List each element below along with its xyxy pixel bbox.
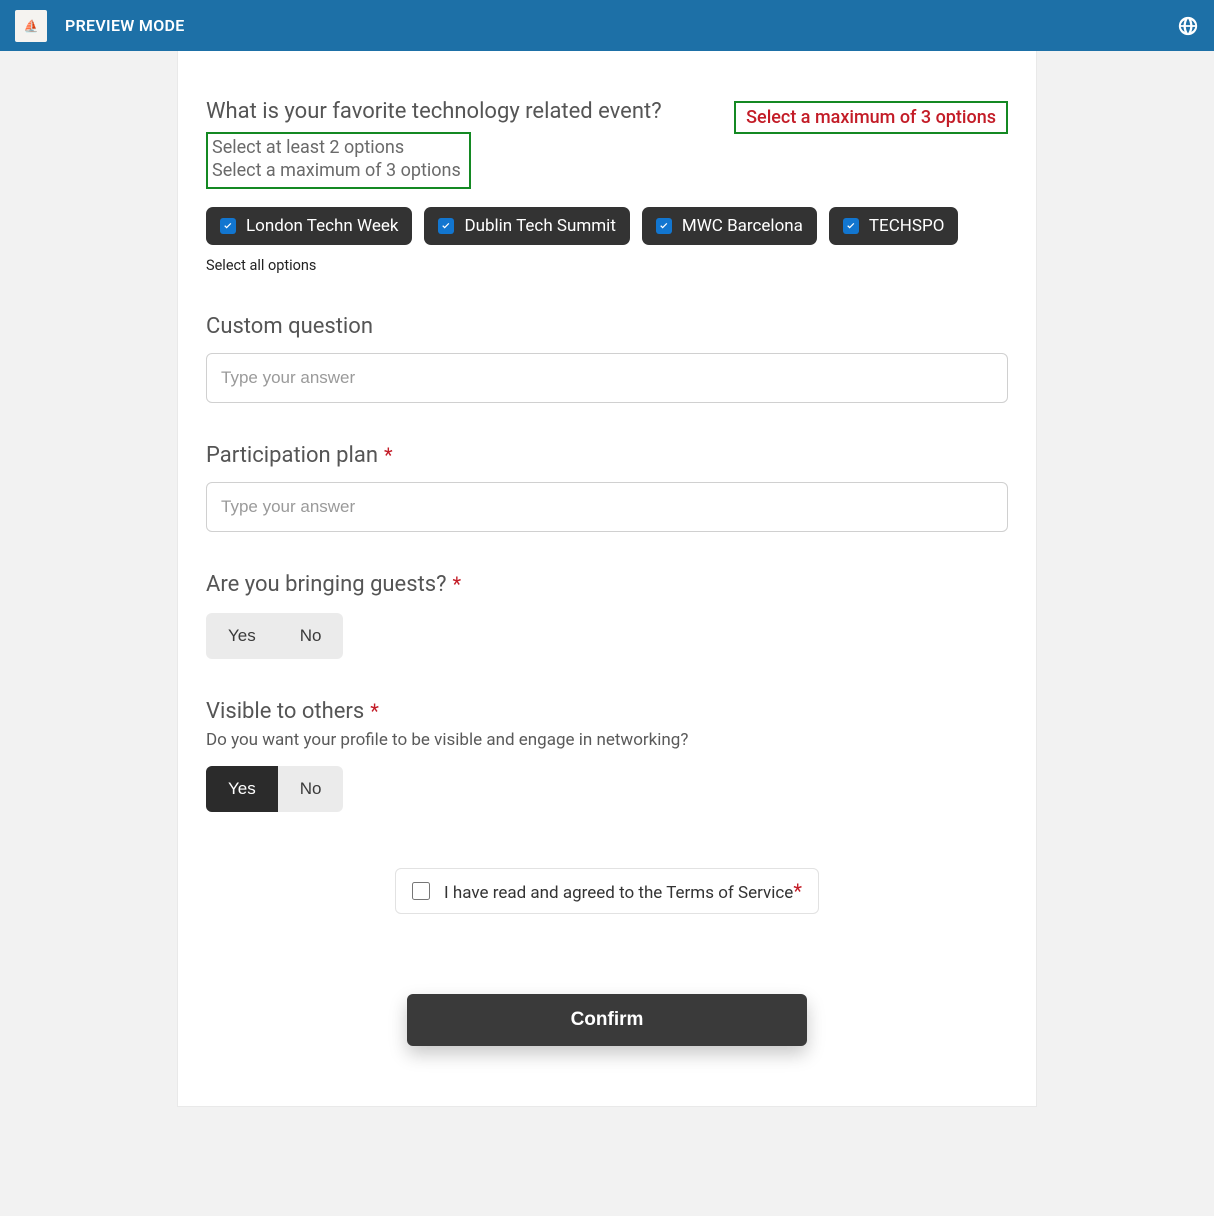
confirm-button[interactable]: Confirm <box>407 994 807 1046</box>
checkbox-icon <box>656 218 672 234</box>
custom-question-section: Custom question <box>206 314 1008 403</box>
option-london[interactable]: London Techn Week <box>206 207 412 245</box>
visible-yes-button[interactable]: Yes <box>206 766 278 812</box>
participation-input[interactable] <box>206 482 1008 532</box>
checkbox-icon <box>220 218 236 234</box>
option-techspo[interactable]: TECHSPO <box>829 207 959 245</box>
question1-hints: Select at least 2 options Select a maxim… <box>206 132 471 189</box>
visible-section: Visible to others * Do you want your pro… <box>206 699 1008 812</box>
required-asterisk: * <box>793 879 802 903</box>
main-container: What is your favorite technology related… <box>0 51 1214 1147</box>
confirm-wrap: Confirm <box>206 994 1008 1046</box>
question1-hint-min: Select at least 2 options <box>212 136 461 159</box>
visible-label: Visible to others <box>206 699 364 724</box>
guests-label: Are you bringing guests? <box>206 572 447 597</box>
participation-label: Participation plan <box>206 443 378 468</box>
visible-no-button[interactable]: No <box>278 766 344 812</box>
required-asterisk: * <box>453 572 462 596</box>
custom-question-input[interactable] <box>206 353 1008 403</box>
header-bar: ⛵ PREVIEW MODE <box>0 0 1214 51</box>
question1-left: What is your favorite technology related… <box>206 99 662 201</box>
checkbox-icon <box>843 218 859 234</box>
checkbox-icon <box>438 218 454 234</box>
required-asterisk: * <box>384 443 393 467</box>
guests-label-row: Are you bringing guests? * <box>206 572 1008 597</box>
option-label: Dublin Tech Summit <box>464 216 615 236</box>
terms-wrap: I have read and agreed to the Terms of S… <box>206 868 1008 914</box>
question1-options: London Techn Week Dublin Tech Summit MWC… <box>206 207 1008 245</box>
visible-label-row: Visible to others * <box>206 699 1008 724</box>
option-label: MWC Barcelona <box>682 216 803 236</box>
globe-icon[interactable] <box>1177 15 1199 37</box>
header-left: ⛵ PREVIEW MODE <box>15 10 185 42</box>
terms-box[interactable]: I have read and agreed to the Terms of S… <box>395 868 819 914</box>
option-label: TECHSPO <box>869 216 945 236</box>
custom-question-label: Custom question <box>206 314 1008 339</box>
question1-header: What is your favorite technology related… <box>206 99 1008 201</box>
terms-checkbox[interactable] <box>412 882 430 900</box>
guests-yes-button[interactable]: Yes <box>206 613 278 659</box>
required-asterisk: * <box>370 699 379 723</box>
question1-error: Select a maximum of 3 options <box>734 101 1008 134</box>
guests-section: Are you bringing guests? * Yes No <box>206 572 1008 659</box>
option-dublin[interactable]: Dublin Tech Summit <box>424 207 629 245</box>
participation-label-row: Participation plan * <box>206 443 1008 468</box>
form-card: What is your favorite technology related… <box>177 51 1037 1107</box>
visible-subtext: Do you want your profile to be visible a… <box>206 730 1008 750</box>
header-title: PREVIEW MODE <box>65 16 185 35</box>
participation-section: Participation plan * <box>206 443 1008 532</box>
guests-toggle: Yes No <box>206 613 343 659</box>
option-label: London Techn Week <box>246 216 398 236</box>
option-mwc[interactable]: MWC Barcelona <box>642 207 817 245</box>
question1-title: What is your favorite technology related… <box>206 99 662 124</box>
app-logo[interactable]: ⛵ <box>15 10 47 42</box>
select-all-link[interactable]: Select all options <box>206 257 1008 274</box>
guests-no-button[interactable]: No <box>278 613 344 659</box>
visible-toggle: Yes No <box>206 766 343 812</box>
question1-hint-max: Select a maximum of 3 options <box>212 159 461 182</box>
terms-text: I have read and agreed to the Terms of S… <box>444 879 802 903</box>
